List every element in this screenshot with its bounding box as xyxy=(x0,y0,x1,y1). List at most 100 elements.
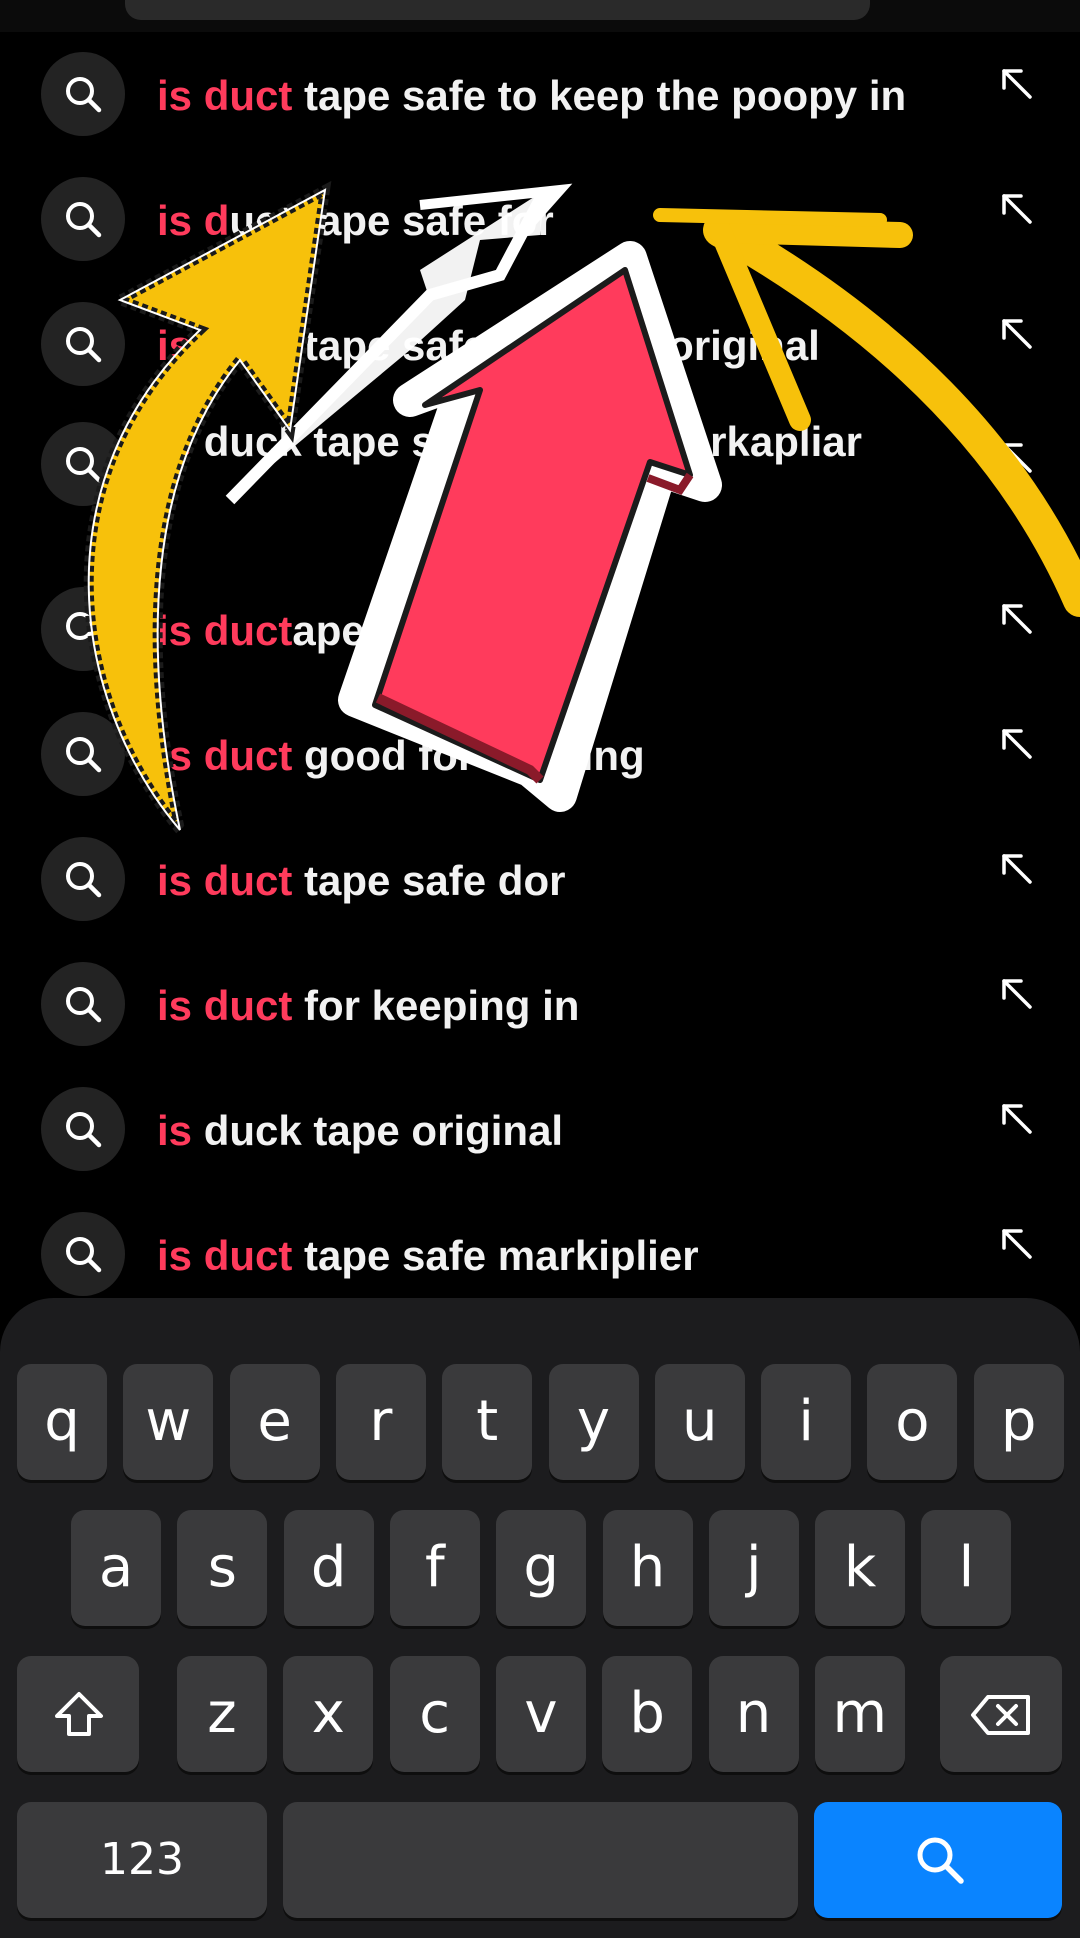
arrow-up-left-icon[interactable] xyxy=(999,1226,1035,1267)
suggestion-rest: uct tape safe for xyxy=(229,197,554,244)
suggestion-text: is duct tape safe keeping original xyxy=(157,320,957,372)
suggestion-rest: good for keeping xyxy=(292,732,645,779)
suggestion-text: is duct for keeping in xyxy=(157,980,957,1032)
key-label: v xyxy=(524,1681,558,1746)
search-bar[interactable] xyxy=(125,0,870,20)
search-icon xyxy=(41,1087,125,1171)
key-label: e xyxy=(257,1389,292,1454)
suggestion-text: is duct tape safe to keep the poopy in xyxy=(157,70,957,122)
backspace-key[interactable] xyxy=(940,1656,1062,1772)
key-n[interactable]: n xyxy=(708,1656,799,1772)
key-label: j xyxy=(746,1535,762,1600)
suggestion-rest: tape safe keeping original xyxy=(292,322,820,369)
key-s[interactable]: s xyxy=(177,1510,268,1626)
suggestion-highlight: is xyxy=(157,1107,193,1154)
suggestion-highlight: is duct xyxy=(157,982,293,1029)
key-label: i xyxy=(798,1389,814,1454)
search-icon xyxy=(41,422,125,506)
key-label: g xyxy=(523,1535,559,1600)
key-h[interactable]: h xyxy=(602,1510,693,1626)
key-b[interactable]: b xyxy=(602,1656,693,1772)
key-z[interactable]: z xyxy=(177,1656,267,1772)
search-icon xyxy=(41,302,125,386)
suggestion-rest: tape safe markiplier xyxy=(292,1232,699,1279)
key-label: u xyxy=(682,1389,718,1454)
suggestion-highlight: is duct xyxy=(157,322,293,369)
search-key[interactable] xyxy=(814,1802,1062,1918)
search-icon xyxy=(41,837,125,921)
search-icon xyxy=(41,587,125,671)
key-label: y xyxy=(576,1389,611,1454)
key-q[interactable]: q xyxy=(17,1364,107,1480)
key-label: d xyxy=(310,1535,347,1600)
key-i[interactable]: i xyxy=(761,1364,852,1480)
key-label: q xyxy=(44,1389,80,1454)
key-label: t xyxy=(476,1389,499,1454)
key-label: w xyxy=(145,1389,192,1454)
key-label: l xyxy=(958,1535,975,1600)
key-v[interactable]: v xyxy=(495,1656,586,1772)
arrow-up-left-icon[interactable] xyxy=(999,976,1035,1017)
key-label: b xyxy=(629,1681,665,1746)
key-f[interactable]: f xyxy=(389,1510,480,1626)
suggestion-highlight: is d xyxy=(157,197,230,244)
suggestion-highlight: is xyxy=(157,418,193,465)
key-k[interactable]: k xyxy=(815,1510,906,1626)
key-label: m xyxy=(832,1681,888,1746)
arrow-up-left-icon[interactable] xyxy=(999,440,1035,481)
shift-key[interactable] xyxy=(17,1656,139,1772)
suggestion-highlight: is duct xyxy=(157,72,293,119)
arrow-up-left-icon[interactable] xyxy=(999,191,1035,232)
suggestion-rest: for keeping in xyxy=(292,982,580,1029)
suggestion-highlight: is duct xyxy=(157,607,293,654)
key-label: s xyxy=(207,1535,237,1600)
key-w[interactable]: w xyxy=(123,1364,214,1480)
key-g[interactable]: g xyxy=(496,1510,587,1626)
search-icon xyxy=(41,177,125,261)
key-t[interactable]: t xyxy=(442,1364,533,1480)
suggestion-highlight: is duct xyxy=(157,1232,293,1279)
key-m[interactable]: m xyxy=(814,1656,905,1772)
key-c[interactable]: c xyxy=(389,1656,480,1772)
key-label: z xyxy=(207,1681,237,1746)
key-u[interactable]: u xyxy=(654,1364,745,1480)
arrow-up-left-icon[interactable] xyxy=(999,726,1035,767)
arrow-up-left-icon[interactable] xyxy=(999,601,1035,642)
suggestion-text: is ductape xyxy=(157,605,957,657)
arrow-up-left-icon[interactable] xyxy=(999,1101,1035,1142)
arrow-up-left-icon[interactable] xyxy=(999,316,1035,357)
suggestion-highlight: is duct xyxy=(157,857,293,904)
suggestion-rest: ape xyxy=(292,607,365,654)
key-o[interactable]: o xyxy=(867,1364,958,1480)
suggestion-text: is duct good for keeping xyxy=(157,730,957,782)
key-label: c xyxy=(419,1681,450,1746)
suggestion-rest: duck tape original xyxy=(192,1107,564,1154)
numbers-key[interactable]: 123 xyxy=(17,1802,267,1918)
suggestion-rest: tape safe dor xyxy=(292,857,566,904)
search-icon xyxy=(41,52,125,136)
key-x[interactable]: x xyxy=(283,1656,374,1772)
arrow-up-left-icon[interactable] xyxy=(999,66,1035,107)
key-r[interactable]: r xyxy=(335,1364,426,1480)
key-label: k xyxy=(843,1535,877,1600)
key-l[interactable]: l xyxy=(921,1510,1012,1626)
key-label: a xyxy=(98,1535,134,1600)
key-label: x xyxy=(311,1681,345,1746)
key-j[interactable]: j xyxy=(708,1510,799,1626)
suggestion-text: is duck tape safe for the markapliar xyxy=(157,416,957,468)
key-y[interactable]: y xyxy=(548,1364,639,1480)
key-label: p xyxy=(1000,1389,1037,1454)
key-a[interactable]: a xyxy=(71,1510,161,1626)
search-icon xyxy=(41,1212,125,1296)
key-p[interactable]: p xyxy=(973,1364,1064,1480)
keyboard: q w e r t y u i o p a s d f g h j k l z x c v b n m 123 xyxy=(0,1298,1080,1938)
yellow-brush-arrow-right xyxy=(653,208,1080,617)
key-d[interactable]: d xyxy=(283,1510,374,1626)
suggestion-highlight: is duct xyxy=(157,732,293,779)
key-e[interactable]: e xyxy=(229,1364,320,1480)
space-key[interactable] xyxy=(283,1802,798,1918)
arrow-up-left-icon[interactable] xyxy=(999,851,1035,892)
key-label: 123 xyxy=(100,1834,184,1885)
key-label: f xyxy=(425,1535,445,1600)
key-label: o xyxy=(895,1389,930,1454)
